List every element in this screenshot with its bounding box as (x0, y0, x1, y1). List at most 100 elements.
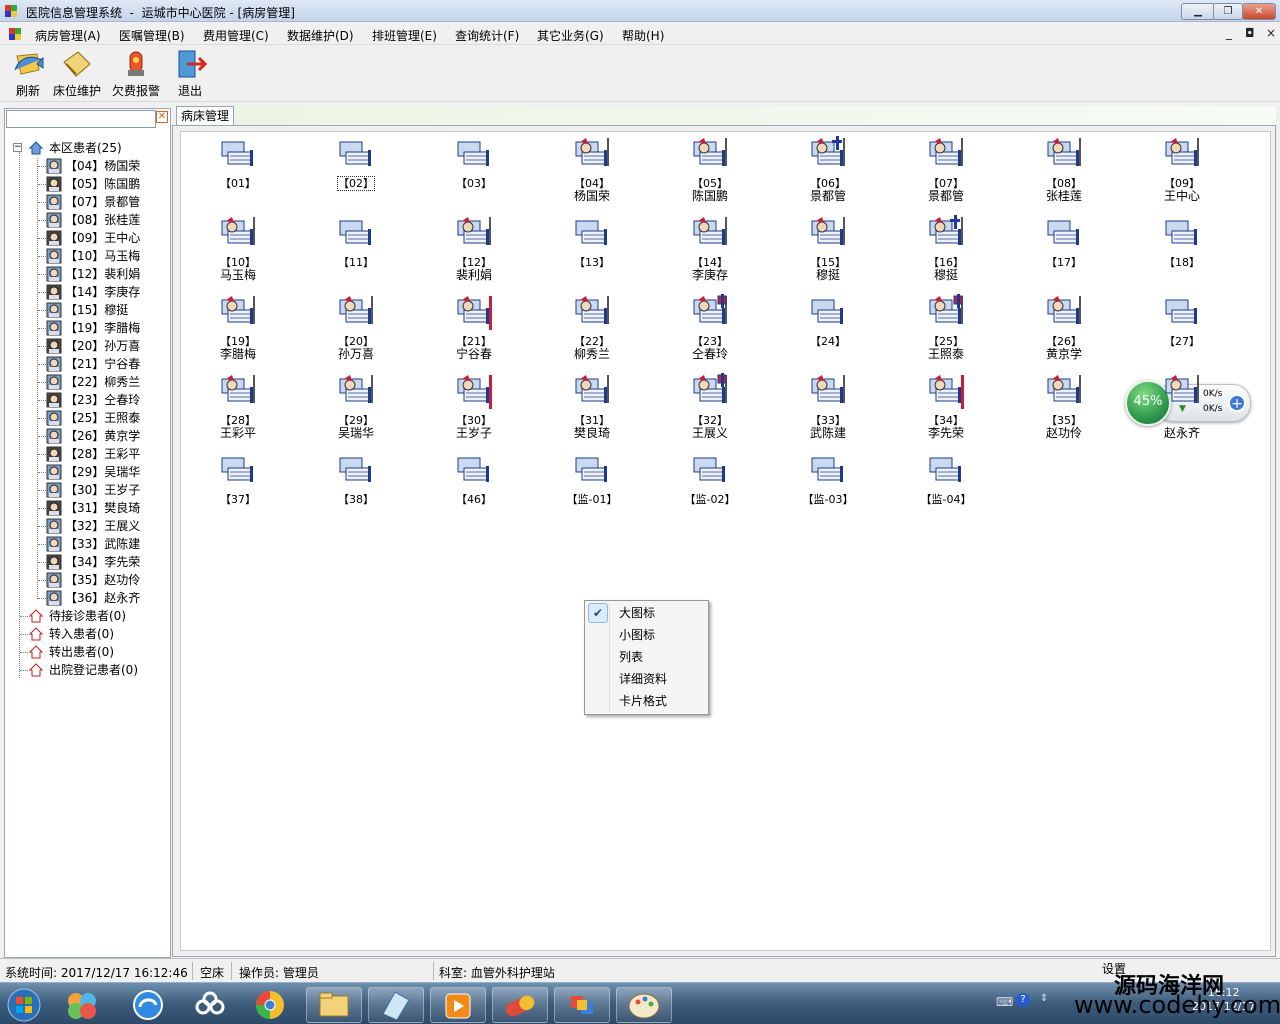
bed-item[interactable]: 【24】 (792, 294, 864, 366)
mdi-restore-button[interactable]: ◘ (1245, 26, 1255, 40)
tree-patient-label: 【32】王展义 (65, 519, 141, 533)
mdi-close-button[interactable]: × (1266, 26, 1276, 40)
bed-item[interactable]: 【15】 穆挺 (792, 215, 864, 287)
clear-icon[interactable]: ✕ (156, 111, 168, 123)
exit-button[interactable]: 退出 (170, 48, 210, 100)
bed-item[interactable]: 【13】 (556, 215, 628, 287)
bed-item[interactable]: 【02】 (320, 136, 392, 208)
bed-item[interactable]: 【18】 (1146, 215, 1218, 287)
bed-item[interactable]: 【17】 (1028, 215, 1100, 287)
bed-item[interactable]: 【04】 杨国荣 (556, 136, 628, 208)
bed-number: 【17】 (1028, 257, 1100, 269)
bed-item[interactable]: 【38】 (320, 452, 392, 524)
menu-ward[interactable]: 病房管理(A) (35, 27, 101, 44)
bed-item[interactable]: 【25】 王照泰 (910, 294, 982, 366)
bed-maintain-button[interactable]: 床位维护 (50, 48, 104, 100)
bed-item[interactable]: 【14】 李庚存 (674, 215, 746, 287)
bed-item[interactable]: 【26】 黄京学 (1028, 294, 1100, 366)
bed-item[interactable]: 【08】 张桂莲 (1028, 136, 1100, 208)
tree-guide-line (38, 184, 46, 185)
bed-item[interactable]: 赵永齐 (1146, 373, 1218, 445)
mdi-minimize-button[interactable]: _ (1226, 26, 1232, 40)
taskbar-app-1[interactable] (62, 987, 102, 1023)
bed-item[interactable]: 【28】 王彩平 (202, 373, 274, 445)
tree-guide-line (20, 652, 28, 653)
patient-avatar-icon (46, 374, 62, 390)
occupied-bed-icon (457, 296, 492, 330)
search-input[interactable] (6, 110, 156, 128)
help-tray-icon[interactable]: ? (1016, 993, 1030, 1007)
bed-item[interactable]: 【33】 武陈建 (792, 373, 864, 445)
bed-item[interactable]: 【09】 王中心 (1146, 136, 1218, 208)
occupied-bed-icon (929, 375, 964, 409)
bed-item[interactable]: 【16】 穆挺 (910, 215, 982, 287)
ctx-list[interactable]: 列表 (619, 648, 643, 666)
plus-icon[interactable]: + (1228, 394, 1246, 412)
menu-data[interactable]: 数据维护(D) (287, 27, 354, 44)
bed-item[interactable]: 【03】 (438, 136, 510, 208)
menu-help[interactable]: 帮助(H) (622, 27, 664, 44)
bed-item[interactable]: 【23】 仝春玲 (674, 294, 746, 366)
minimize-button[interactable]: ▁ (1181, 3, 1215, 20)
taskbar-paint[interactable] (616, 987, 672, 1023)
bed-item[interactable]: 【06】 景都管 (792, 136, 864, 208)
bed-item[interactable]: 【10】 马玉梅 (202, 215, 274, 287)
tree-guide-line (20, 616, 28, 617)
close-icon: ✕ (1254, 6, 1264, 17)
taskbar-app-windows[interactable] (554, 987, 610, 1023)
refresh-button[interactable]: 刷新 (8, 48, 48, 100)
bed-item[interactable]: 【监-04】 (910, 452, 982, 524)
bed-item[interactable]: 【20】 孙万喜 (320, 294, 392, 366)
close-button[interactable]: ✕ (1242, 3, 1276, 20)
bed-item[interactable]: 【32】 王展义 (674, 373, 746, 445)
tray-expand-icon[interactable]: ⇕ (1040, 993, 1048, 1004)
taskbar-explorer[interactable] (306, 987, 362, 1023)
taskbar-app-capsule[interactable] (492, 987, 548, 1023)
menu-fees[interactable]: 费用管理(C) (203, 27, 269, 44)
tree-patient-label: 【33】武陈建 (65, 537, 141, 551)
bed-item[interactable]: 【27】 (1146, 294, 1218, 366)
bed-item[interactable]: 【19】 李腊梅 (202, 294, 274, 366)
ctx-details[interactable]: 详细资料 (619, 670, 667, 688)
bed-item[interactable]: 【34】 李先荣 (910, 373, 982, 445)
bed-item[interactable]: 【21】 宁谷春 (438, 294, 510, 366)
bed-item[interactable]: 【监-03】 (792, 452, 864, 524)
bed-item[interactable]: 【35】 赵功伶 (1028, 373, 1100, 445)
ctx-card-format[interactable]: 卡片格式 (619, 692, 667, 710)
ctx-large-icons[interactable]: 大图标 (619, 604, 655, 622)
bed-item[interactable]: 【46】 (438, 452, 510, 524)
bed-item[interactable]: 【29】 吴瑞华 (320, 373, 392, 445)
bed-item[interactable]: 【31】 樊良琦 (556, 373, 628, 445)
bed-number: 【03】 (438, 178, 510, 190)
bed-item[interactable]: 【01】 (202, 136, 274, 208)
tree-guide-line (38, 274, 46, 275)
bed-patient-name: 穆挺 (933, 268, 958, 282)
taskbar-app-4[interactable] (250, 987, 290, 1023)
bed-item[interactable]: 【11】 (320, 215, 392, 287)
menu-schedule[interactable]: 排班管理(E) (372, 27, 437, 44)
ctx-small-icons[interactable]: 小图标 (619, 626, 655, 644)
bed-item[interactable]: 【07】 景都管 (910, 136, 982, 208)
empty-bed-icon (339, 220, 371, 245)
bed-item[interactable]: 【37】 (202, 452, 274, 524)
bed-item[interactable]: 【22】 柳秀兰 (556, 294, 628, 366)
empty-bed-icon (339, 141, 371, 166)
tree-collapse-toggle[interactable]: − (13, 143, 22, 152)
bed-item[interactable]: 【监-02】 (674, 452, 746, 524)
keyboard-tray-icon[interactable]: ⌨ (996, 995, 1013, 1009)
bed-item[interactable]: 【12】 裴利娟 (438, 215, 510, 287)
bed-item[interactable]: 【05】 陈国鹏 (674, 136, 746, 208)
alarm-button[interactable]: 欠费报警 (108, 48, 164, 100)
taskbar-notepad[interactable] (368, 987, 424, 1023)
taskbar-app-2[interactable] (128, 987, 168, 1023)
restore-button[interactable]: ❐ (1213, 3, 1243, 20)
bed-item[interactable]: 【监-01】 (556, 452, 628, 524)
menu-orders[interactable]: 医嘱管理(B) (119, 27, 185, 44)
taskbar-media[interactable] (430, 987, 486, 1023)
menu-query[interactable]: 查询统计(F) (455, 27, 519, 44)
taskbar-app-3[interactable] (190, 987, 230, 1023)
menu-other[interactable]: 其它业务(G) (537, 27, 604, 44)
tab-bed-management[interactable]: 病床管理 (176, 106, 234, 126)
bed-item[interactable]: 【30】 王岁子 (438, 373, 510, 445)
start-button[interactable] (4, 987, 44, 1023)
